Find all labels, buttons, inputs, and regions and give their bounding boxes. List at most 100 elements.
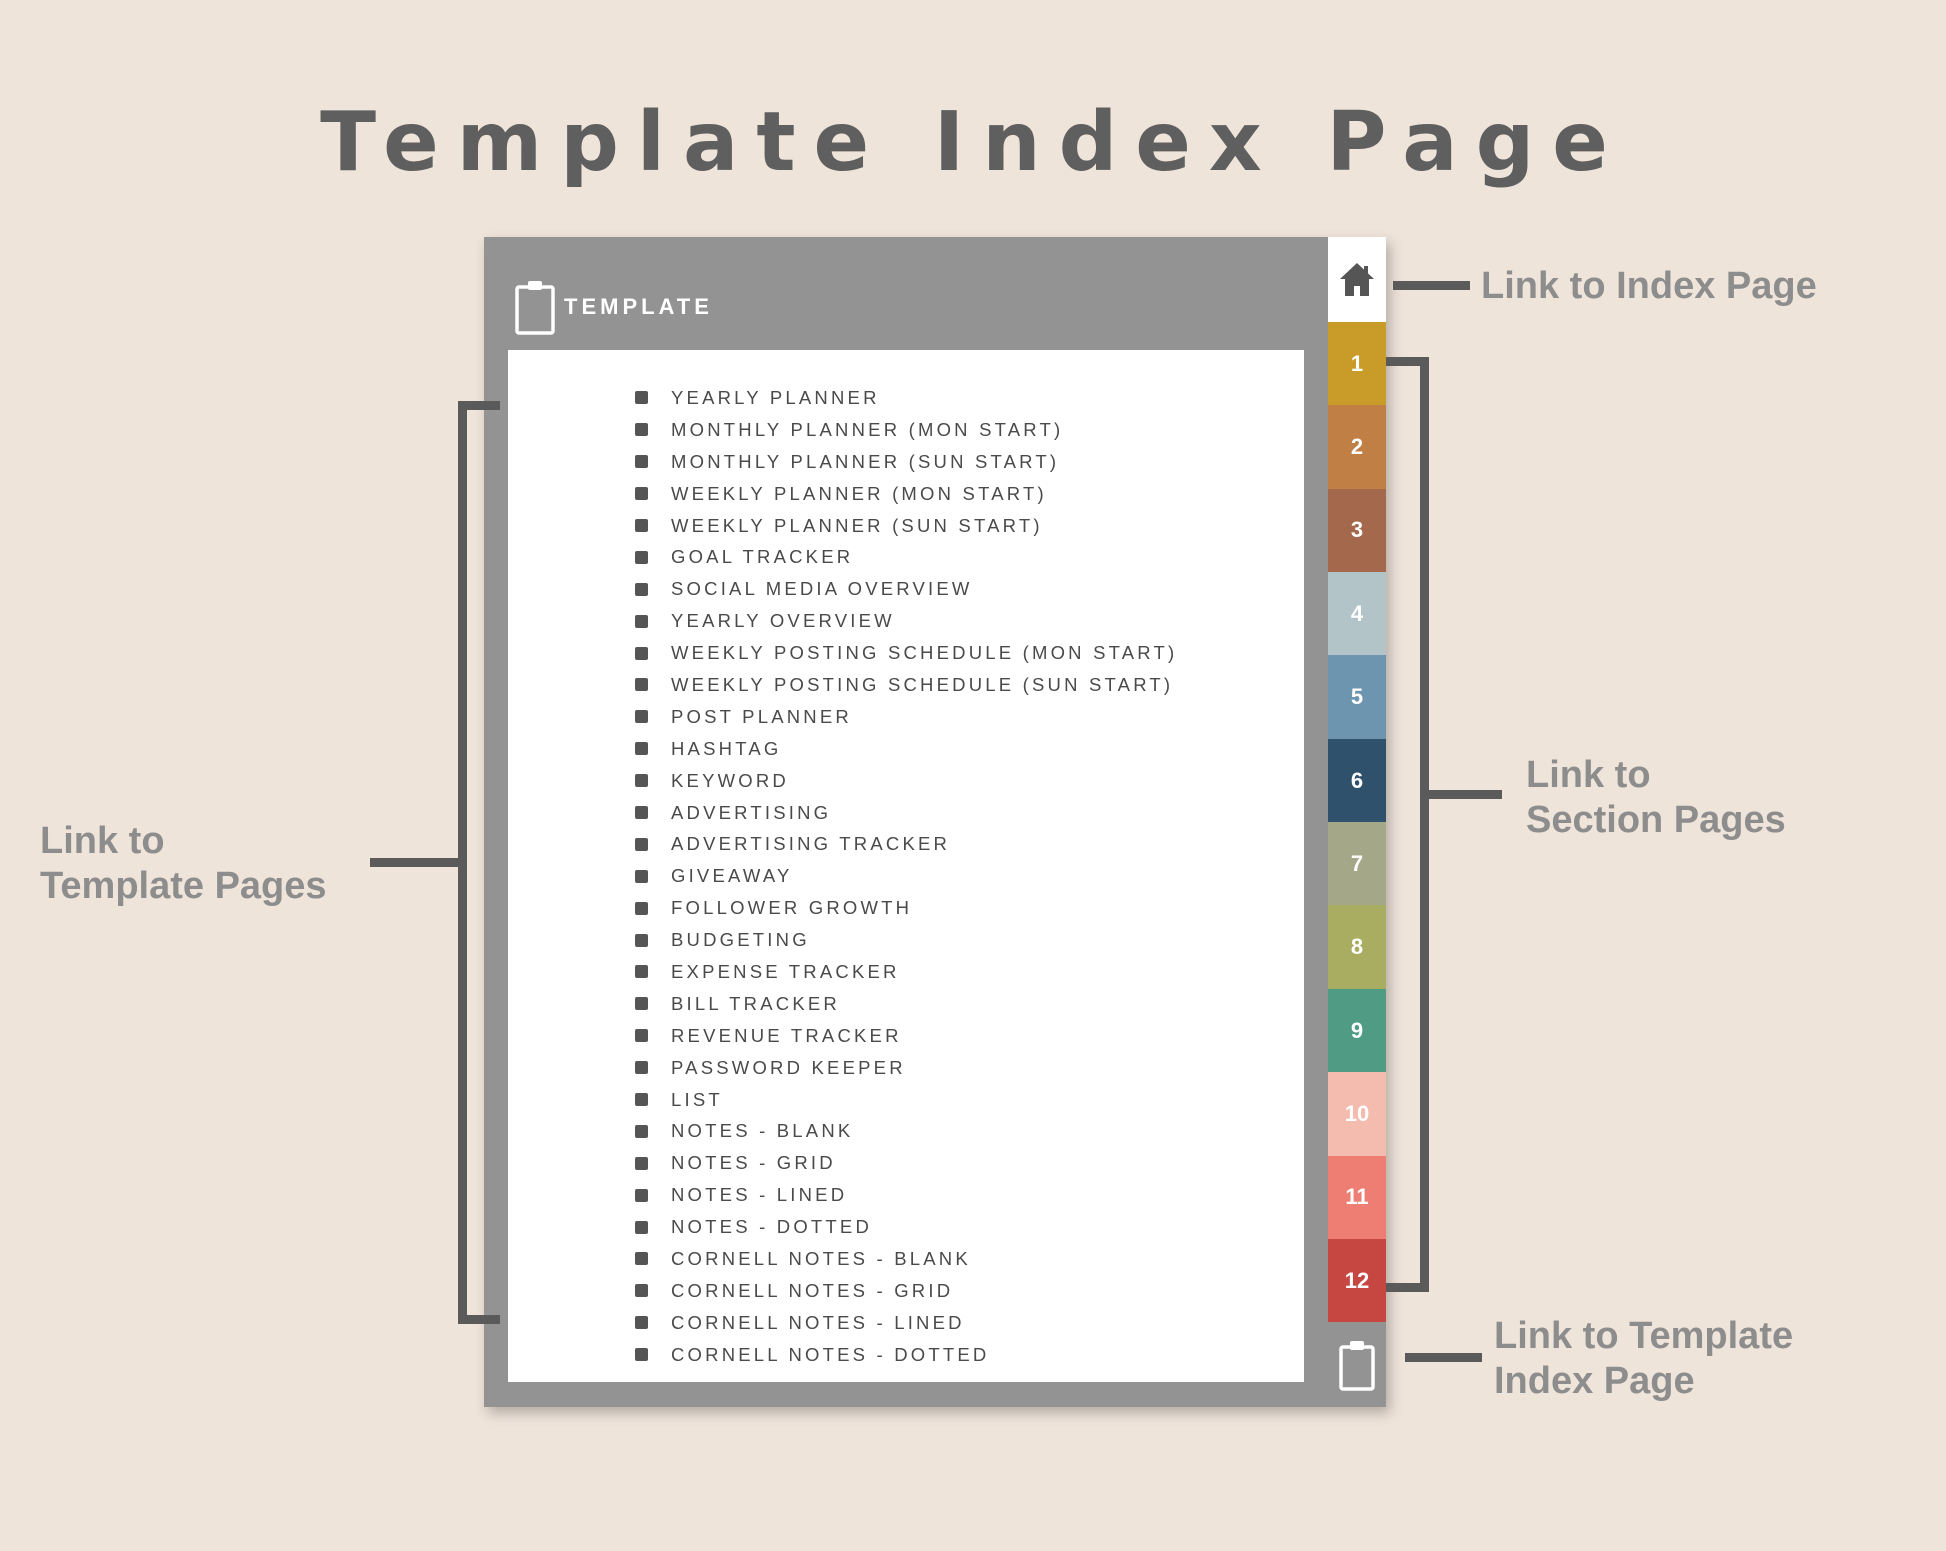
- template-link-item[interactable]: NOTES - BLANK: [508, 1115, 1177, 1147]
- template-link-item[interactable]: NOTES - GRID: [508, 1147, 1177, 1179]
- template-link-item[interactable]: EXPENSE TRACKER: [508, 956, 1177, 988]
- template-index-sheet: YEARLY PLANNER MONTHLY PLANNER (MON START…: [508, 350, 1304, 1382]
- bullet-square-icon: [635, 869, 648, 883]
- template-link-item[interactable]: BILL TRACKER: [508, 988, 1177, 1020]
- template-pages-annotation: Link to Template Pages: [40, 819, 327, 909]
- template-link-item[interactable]: BUDGETING: [508, 924, 1177, 956]
- bullet-square-icon: [635, 1220, 648, 1234]
- home-icon: [1340, 262, 1374, 296]
- section-bracket-bottom: [1386, 1283, 1429, 1292]
- bullet-square-icon: [635, 1348, 648, 1362]
- index-page-annotation: Link to Index Page: [1481, 264, 1817, 309]
- template-link-label: WEEKLY PLANNER (SUN START): [671, 514, 1043, 536]
- template-link-label: NOTES - LINED: [671, 1184, 848, 1206]
- template-link-label: GOAL TRACKER: [671, 546, 854, 568]
- template-link-item[interactable]: SOCIAL MEDIA OVERVIEW: [508, 573, 1177, 605]
- template-link-label: SOCIAL MEDIA OVERVIEW: [671, 578, 973, 600]
- section-tab-label: 12: [1344, 1267, 1370, 1293]
- template-index-annotation-line2: Index Page: [1494, 1360, 1695, 1402]
- template-link-item[interactable]: YEARLY OVERVIEW: [508, 605, 1177, 637]
- bullet-square-icon: [635, 901, 648, 915]
- page-title: Template Index Page: [320, 95, 1626, 190]
- template-link-item[interactable]: GOAL TRACKER: [508, 541, 1177, 573]
- bullet-square-icon: [635, 423, 648, 437]
- template-link-label: KEYWORD: [671, 769, 789, 791]
- template-link-item[interactable]: GIVEAWAY: [508, 860, 1177, 892]
- index-page-annotation-text: Link to Index Page: [1481, 265, 1817, 307]
- template-link-item[interactable]: WEEKLY PLANNER (SUN START): [508, 510, 1177, 542]
- section-tab-label: 1: [1350, 350, 1364, 376]
- section-tab-1[interactable]: 1: [1328, 322, 1386, 406]
- home-tab[interactable]: [1328, 237, 1386, 322]
- template-index-tab[interactable]: [1328, 1322, 1386, 1407]
- bullet-square-icon: [635, 550, 648, 564]
- section-tab-8[interactable]: 8: [1328, 905, 1386, 989]
- template-link-label: POST PLANNER: [671, 705, 852, 727]
- clipboard-icon: [1339, 1340, 1375, 1391]
- template-link-item[interactable]: MONTHLY PLANNER (MON START): [508, 414, 1177, 446]
- template-link-label: NOTES - BLANK: [671, 1120, 854, 1142]
- section-tab-2[interactable]: 2: [1328, 405, 1386, 489]
- index-page-connector: [1393, 281, 1470, 290]
- template-link-label: REVENUE TRACKER: [671, 1024, 902, 1046]
- template-link-item[interactable]: WEEKLY POSTING SCHEDULE (MON START): [508, 637, 1177, 669]
- section-tab-label: 2: [1350, 434, 1364, 460]
- template-link-label: HASHTAG: [671, 737, 782, 759]
- section-tab-12[interactable]: 12: [1328, 1238, 1386, 1323]
- template-index-annotation-line1: Link to Template: [1494, 1315, 1794, 1357]
- template-link-label: GIVEAWAY: [671, 865, 793, 887]
- template-link-item[interactable]: ADVERTISING: [508, 797, 1177, 829]
- template-link-label: LIST: [671, 1088, 723, 1110]
- template-index-annotation: Link to Template Index Page: [1494, 1314, 1793, 1404]
- template-list: YEARLY PLANNER MONTHLY PLANNER (MON START…: [508, 382, 1177, 1371]
- bullet-square-icon: [635, 710, 648, 724]
- bullet-square-icon: [635, 1156, 648, 1170]
- section-tab-label: 3: [1350, 517, 1364, 543]
- template-link-item[interactable]: KEYWORD: [508, 765, 1177, 797]
- template-link-item[interactable]: WEEKLY PLANNER (MON START): [508, 478, 1177, 510]
- section-tab-4[interactable]: 4: [1328, 572, 1386, 656]
- template-link-item[interactable]: PASSWORD KEEPER: [508, 1052, 1177, 1084]
- template-link-item[interactable]: LIST: [508, 1084, 1177, 1116]
- template-link-item[interactable]: CORNELL NOTES - BLANK: [508, 1243, 1177, 1275]
- section-tab-6[interactable]: 6: [1328, 738, 1386, 823]
- template-bracket-bottom: [458, 1315, 500, 1324]
- template-link-item[interactable]: CORNELL NOTES - GRID: [508, 1275, 1177, 1307]
- template-link-label: WEEKLY PLANNER (MON START): [671, 482, 1047, 504]
- template-link-label: MONTHLY PLANNER (SUN START): [671, 450, 1060, 472]
- section-pages-annotation-line1: Link to: [1526, 754, 1651, 796]
- template-link-label: CORNELL NOTES - DOTTED: [671, 1343, 990, 1365]
- template-link-item[interactable]: HASHTAG: [508, 733, 1177, 765]
- template-link-item[interactable]: NOTES - LINED: [508, 1179, 1177, 1211]
- template-index-connector: [1405, 1353, 1482, 1362]
- template-link-item[interactable]: CORNELL NOTES - LINED: [508, 1307, 1177, 1339]
- template-link-item[interactable]: ADVERTISING TRACKER: [508, 828, 1177, 860]
- section-tab-7[interactable]: 7: [1328, 822, 1386, 906]
- section-tab-11[interactable]: 11: [1328, 1155, 1386, 1239]
- section-tab-10[interactable]: 10: [1328, 1072, 1386, 1156]
- bullet-square-icon: [635, 965, 648, 979]
- template-link-item[interactable]: CORNELL NOTES - DOTTED: [508, 1339, 1177, 1371]
- template-link-item[interactable]: WEEKLY POSTING SCHEDULE (SUN START): [508, 669, 1177, 701]
- bullet-square-icon: [635, 614, 648, 628]
- template-link-item[interactable]: NOTES - DOTTED: [508, 1211, 1177, 1243]
- bullet-square-icon: [635, 1061, 648, 1075]
- template-pages-annotation-line2: Template Pages: [40, 865, 327, 907]
- bullet-square-icon: [635, 742, 648, 756]
- template-link-item[interactable]: FOLLOWER GROWTH: [508, 892, 1177, 924]
- bullet-square-icon: [635, 1284, 648, 1298]
- section-tab-3[interactable]: 3: [1328, 488, 1386, 573]
- section-tab-label: 8: [1350, 934, 1364, 960]
- template-link-item[interactable]: REVENUE TRACKER: [508, 1020, 1177, 1052]
- bullet-square-icon: [635, 391, 648, 405]
- section-tab-5[interactable]: 5: [1328, 655, 1386, 739]
- section-tab-label: 9: [1350, 1017, 1364, 1043]
- bullet-square-icon: [635, 1029, 648, 1043]
- template-link-item[interactable]: POST PLANNER: [508, 701, 1177, 733]
- section-bracket-connector: [1420, 790, 1502, 799]
- template-link-item[interactable]: YEARLY PLANNER: [508, 382, 1177, 414]
- bullet-square-icon: [635, 582, 648, 596]
- section-tab-9[interactable]: 9: [1328, 988, 1386, 1073]
- template-link-item[interactable]: MONTHLY PLANNER (SUN START): [508, 446, 1177, 478]
- bullet-square-icon: [635, 806, 648, 820]
